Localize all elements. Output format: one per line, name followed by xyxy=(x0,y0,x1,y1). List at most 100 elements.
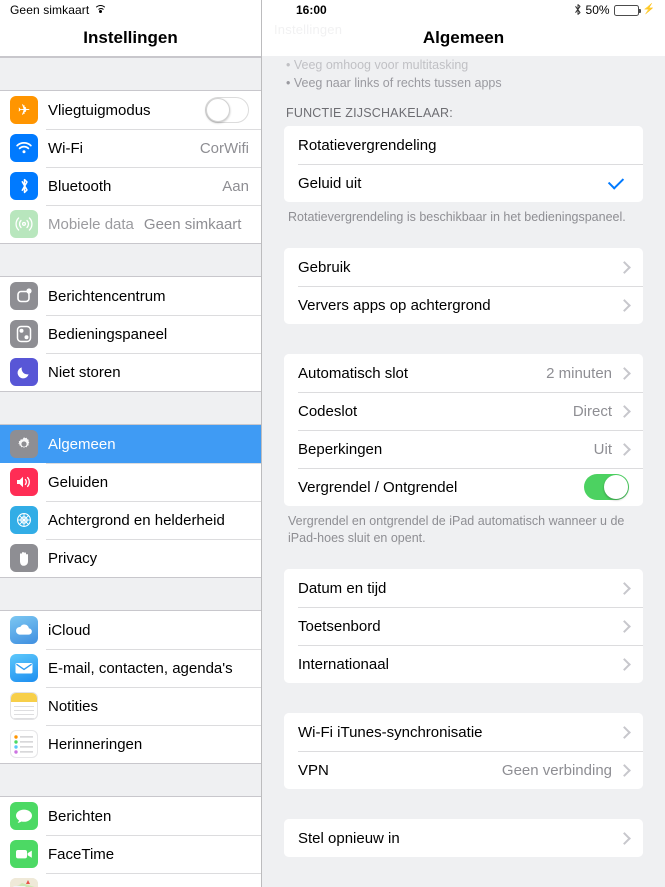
sidebar-item-niet-storen[interactable]: Niet storen xyxy=(0,353,261,391)
usage-card: Gebruik Ververs apps op achtergrond xyxy=(284,248,643,324)
row-codeslot[interactable]: Codeslot Direct xyxy=(284,392,643,430)
detail-scroll-area[interactable]: • Veeg omhoog voor multitasking • Veeg n… xyxy=(262,56,665,887)
reminders-icon xyxy=(10,730,38,758)
airplane-icon: ✈ xyxy=(10,96,38,124)
sidebar-item-vliegtuigmodus[interactable]: ✈ Vliegtuigmodus xyxy=(0,91,261,129)
sidebar-item-geluiden[interactable]: Geluiden xyxy=(0,463,261,501)
facetime-icon xyxy=(10,840,38,868)
sidebar-item-icloud[interactable]: iCloud xyxy=(0,611,261,649)
row-rotatievergrendeling[interactable]: Rotatievergrendeling xyxy=(284,126,643,164)
checkmark-icon xyxy=(607,173,625,190)
battery-percent-label: 50% xyxy=(585,3,610,17)
hand-icon xyxy=(10,544,38,572)
cellular-state-value: Geen simkaart xyxy=(143,215,242,233)
row-automatisch-slot[interactable]: Automatisch slot 2 minuten xyxy=(284,354,643,392)
chevron-right-icon xyxy=(618,404,631,418)
notification-center-icon xyxy=(10,282,38,310)
detail-title: Algemeen xyxy=(422,28,505,47)
ipad-settings-screen: Geen simkaart Instellingen ✈ Vliegtuigmo… xyxy=(0,0,665,887)
sidebar-item-label: Bedieningspaneel xyxy=(48,325,168,343)
sidebar-group-apps: Berichten FaceTime 8 xyxy=(0,797,261,887)
multitasking-hints: • Veeg omhoog voor multitasking • Veeg n… xyxy=(262,56,665,92)
sidebar-item-label: Algemeen xyxy=(48,435,116,453)
lock-card: Automatisch slot 2 minuten Codeslot Dire… xyxy=(284,354,643,506)
row-label: VPN xyxy=(298,761,329,779)
vergrendel-ontgrendel-toggle[interactable] xyxy=(584,474,629,500)
bluetooth-icon xyxy=(574,3,582,18)
sidebar-item-label: Berichtencentrum xyxy=(48,287,166,305)
row-label: Ververs apps op achtergrond xyxy=(298,296,491,314)
sidebar-item-label: Vliegtuigmodus xyxy=(48,101,151,119)
row-gebruik[interactable]: Gebruik xyxy=(284,248,643,286)
sidebar-group-accounts: iCloud E-mail, contacten, agenda's Notit… xyxy=(0,611,261,763)
row-beperkingen[interactable]: Beperkingen Uit xyxy=(284,430,643,468)
chevron-right-icon xyxy=(618,442,631,456)
lock-footnote: Vergrendel en ontgrendel de iPad automat… xyxy=(288,514,625,545)
sidebar-status-bar: Geen simkaart xyxy=(0,0,261,20)
sidebar-item-facetime[interactable]: FaceTime xyxy=(0,835,261,873)
speaker-icon xyxy=(10,468,38,496)
row-value: 2 minuten xyxy=(546,364,612,382)
sidebar-group-gap xyxy=(0,57,261,91)
row-vergrendel-ontgrendel[interactable]: Vergrendel / Ontgrendel xyxy=(284,468,643,506)
clock-label: 16:00 xyxy=(296,3,327,17)
sidebar-item-mobiele-data[interactable]: Mobiele data Geen simkaart xyxy=(0,205,261,243)
detail-nav-bar: Instellingen Algemeen xyxy=(262,20,665,56)
sidebar-item-achtergrond[interactable]: Achtergrond en helderheid xyxy=(0,501,261,539)
wifi-network-value: CorWifi xyxy=(199,139,249,157)
airplane-mode-toggle[interactable] xyxy=(205,97,249,123)
sidebar-item-label: iCloud xyxy=(48,621,91,639)
mail-icon xyxy=(10,654,38,682)
icloud-icon xyxy=(10,616,38,644)
control-center-icon xyxy=(10,320,38,348)
sidebar-item-label: Herinneringen xyxy=(48,735,143,753)
row-geluid-uit[interactable]: Geluid uit xyxy=(284,164,643,202)
row-vpn[interactable]: VPN Geen verbinding xyxy=(284,751,643,789)
carrier-label: Geen simkaart xyxy=(10,3,90,17)
sidebar-item-bluetooth[interactable]: Bluetooth Aan xyxy=(0,167,261,205)
sidebar-item-label: Mobiele data xyxy=(48,215,134,233)
row-ververs-apps-op-achtergrond[interactable]: Ververs apps op achtergrond xyxy=(284,286,643,324)
sidebar-item-privacy[interactable]: Privacy xyxy=(0,539,261,577)
sidebar-item-label: Privacy xyxy=(48,549,98,567)
row-datum-en-tijd[interactable]: Datum en tijd xyxy=(284,569,643,607)
row-value: Geen verbinding xyxy=(501,761,612,779)
row-label: Internationaal xyxy=(298,655,389,673)
back-button-ghost[interactable]: Instellingen xyxy=(274,22,342,37)
maps-icon: 8 xyxy=(10,878,38,887)
do-not-disturb-icon xyxy=(10,358,38,386)
row-label: Rotatievergrendeling xyxy=(298,136,437,154)
sidebar-group-gap xyxy=(0,763,261,797)
sidebar-item-algemeen[interactable]: Algemeen xyxy=(0,425,261,463)
sidebar-item-berichten[interactable]: Berichten xyxy=(0,797,261,835)
row-label: Stel opnieuw in xyxy=(298,829,400,847)
side-switch-footnote: Rotatievergrendeling is beschikbaar in h… xyxy=(288,210,626,224)
row-label: Datum en tijd xyxy=(298,579,387,597)
chevron-right-icon xyxy=(618,763,631,777)
sidebar-item-notities[interactable]: Notities xyxy=(0,687,261,725)
row-wifi-itunes-synchronisatie[interactable]: Wi-Fi iTunes-synchronisatie xyxy=(284,713,643,751)
sidebar-item-wifi[interactable]: Wi-Fi CorWifi xyxy=(0,129,261,167)
row-internationaal[interactable]: Internationaal xyxy=(284,645,643,683)
side-switch-card: Rotatievergrendeling Geluid uit xyxy=(284,126,643,202)
sidebar-item-kaarten[interactable]: 8 Kaarten xyxy=(0,873,261,887)
sidebar-item-label: Notities xyxy=(48,697,99,715)
settings-sidebar: Geen simkaart Instellingen ✈ Vliegtuigmo… xyxy=(0,0,262,887)
sidebar-item-herinneringen[interactable]: Herinneringen xyxy=(0,725,261,763)
row-stel-opnieuw-in[interactable]: Stel opnieuw in xyxy=(284,819,643,857)
sidebar-item-berichtencentrum[interactable]: Berichtencentrum xyxy=(0,277,261,315)
sidebar-item-email-contacten-agendas[interactable]: E-mail, contacten, agenda's xyxy=(0,649,261,687)
row-label: Wi-Fi iTunes-synchronisatie xyxy=(298,723,483,741)
sidebar-item-label: Niet storen xyxy=(48,363,121,381)
row-toetsenbord[interactable]: Toetsenbord xyxy=(284,607,643,645)
chevron-right-icon xyxy=(618,260,631,274)
sidebar-item-label: Kaarten xyxy=(48,884,101,887)
notes-icon xyxy=(10,692,38,720)
sidebar-item-label: Bluetooth xyxy=(48,177,112,195)
sidebar-item-bedieningspaneel[interactable]: Bedieningspaneel xyxy=(0,315,261,353)
row-label: Codeslot xyxy=(298,402,358,420)
row-value: Direct xyxy=(572,402,612,420)
